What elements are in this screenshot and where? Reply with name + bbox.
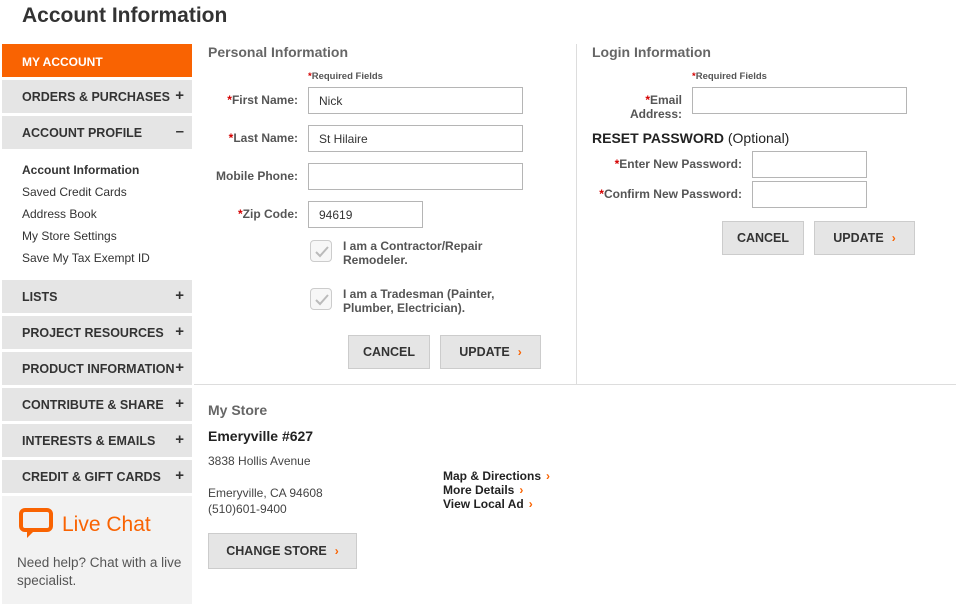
sidebar-item-account-profile[interactable]: ACCOUNT PROFILE – — [2, 116, 192, 149]
contractor-checkbox[interactable] — [310, 240, 332, 262]
personal-info-title: Personal Information — [208, 44, 349, 60]
subnav-my-store-settings[interactable]: My Store Settings — [22, 225, 192, 247]
last-name-field[interactable] — [308, 125, 523, 152]
tradesman-checkbox[interactable] — [310, 288, 332, 310]
first-name-field[interactable] — [308, 87, 523, 114]
chat-bubble-icon — [18, 508, 54, 538]
required-fields-note: *Required Fields — [692, 71, 767, 82]
live-chat-title[interactable]: Live Chat — [62, 513, 151, 537]
subnav-saved-credit-cards[interactable]: Saved Credit Cards — [22, 181, 192, 203]
sidebar-item-label: INTERESTS & EMAILS — [22, 434, 156, 448]
store-phone: (510)601-9400 — [208, 502, 287, 516]
checkmark-icon — [315, 294, 329, 306]
subnav-address-book[interactable]: Address Book — [22, 203, 192, 225]
login-update-button[interactable]: UPDATE › — [814, 221, 915, 255]
email-label: *Email Address: — [629, 93, 682, 121]
chevron-right-icon: › — [519, 483, 524, 497]
checkmark-icon — [315, 246, 329, 258]
tradesman-checkbox-label: I am a Tradesman (Painter, Plumber, Elec… — [343, 287, 494, 315]
expand-icon[interactable]: + — [175, 395, 184, 412]
expand-icon[interactable]: + — [175, 431, 184, 448]
confirm-password-field[interactable] — [752, 181, 867, 208]
expand-icon[interactable]: + — [175, 287, 184, 304]
expand-icon[interactable]: + — [175, 359, 184, 376]
sidebar-item-credit-gift-cards[interactable]: CREDIT & GIFT CARDS + — [2, 460, 192, 493]
new-password-field[interactable] — [752, 151, 867, 178]
sidebar-item-interests-emails[interactable]: INTERESTS & EMAILS + — [2, 424, 192, 457]
link-label: More Details — [443, 483, 515, 497]
live-chat-panel[interactable]: Live Chat Need help? Chat with a live sp… — [2, 496, 192, 604]
personal-cancel-button[interactable]: CANCEL — [348, 335, 430, 369]
live-chat-description: Need help? Chat with a live specialist. — [17, 555, 182, 588]
zip-code-label: *Zip Code: — [238, 207, 298, 221]
chevron-right-icon: › — [546, 469, 551, 483]
chevron-right-icon: › — [517, 345, 522, 359]
map-directions-link[interactable]: Map & Directions › — [443, 469, 550, 483]
view-local-ad-link[interactable]: View Local Ad › — [443, 497, 533, 511]
sidebar-nav: MY ACCOUNT ORDERS & PURCHASES + ACCOUNT … — [2, 44, 192, 493]
store-name: Emeryville #627 — [208, 428, 314, 444]
sidebar-item-my-account[interactable]: MY ACCOUNT — [2, 44, 192, 77]
last-name-label: *Last Name: — [228, 131, 298, 145]
subnav-account-information[interactable]: Account Information — [22, 159, 192, 181]
sidebar-item-label: ACCOUNT PROFILE — [22, 126, 143, 140]
more-details-link[interactable]: More Details › — [443, 483, 523, 497]
zip-code-field[interactable] — [308, 201, 423, 228]
tradesman-label-line: I am a Tradesman (Painter, — [343, 287, 495, 301]
update-label: UPDATE — [833, 231, 884, 245]
mobile-phone-label: Mobile Phone: — [216, 169, 298, 183]
tradesman-label-line: Plumber, Electrician). — [343, 301, 466, 315]
sidebar-item-project-resources[interactable]: PROJECT RESOURCES + — [2, 316, 192, 349]
contractor-label-line: I am a Contractor/Repair — [343, 239, 483, 253]
section-divider — [194, 384, 956, 385]
store-address: 3838 Hollis Avenue — [208, 454, 311, 468]
chevron-right-icon: › — [891, 231, 896, 245]
sidebar-item-product-information[interactable]: PRODUCT INFORMATION + — [2, 352, 192, 385]
expand-icon[interactable]: + — [175, 467, 184, 484]
subnav-save-tax-exempt-id[interactable]: Save My Tax Exempt ID — [22, 247, 192, 269]
contractor-label-line: Remodeler. — [343, 253, 408, 267]
account-profile-submenu: Account Information Saved Credit Cards A… — [2, 149, 192, 277]
email-field[interactable] — [692, 87, 907, 114]
update-label: UPDATE — [459, 345, 510, 359]
login-info-title: Login Information — [592, 44, 711, 60]
contractor-checkbox-label: I am a Contractor/Repair Remodeler. — [343, 239, 482, 267]
sidebar-item-contribute-share[interactable]: CONTRIBUTE & SHARE + — [2, 388, 192, 421]
personal-update-button[interactable]: UPDATE › — [440, 335, 541, 369]
required-fields-note: *Required Fields — [308, 71, 383, 82]
sidebar-item-label: PRODUCT INFORMATION — [22, 362, 175, 376]
link-label: View Local Ad — [443, 497, 524, 511]
section-divider — [576, 44, 577, 384]
expand-icon[interactable]: + — [175, 87, 184, 104]
chevron-right-icon: › — [528, 497, 533, 511]
link-label: Map & Directions — [443, 469, 542, 483]
chevron-right-icon: › — [334, 544, 339, 558]
expand-icon[interactable]: + — [175, 323, 184, 340]
sidebar-item-label: CONTRIBUTE & SHARE — [22, 398, 164, 412]
my-store-title: My Store — [208, 402, 268, 418]
new-password-label: *Enter New Password: — [614, 157, 742, 171]
sidebar-item-label: ORDERS & PURCHASES — [22, 90, 170, 104]
collapse-icon[interactable]: – — [176, 123, 184, 140]
page-title: Account Information — [22, 4, 228, 27]
sidebar-item-label: CREDIT & GIFT CARDS — [22, 470, 161, 484]
sidebar-item-lists[interactable]: LISTS + — [2, 280, 192, 313]
sidebar-item-orders-purchases[interactable]: ORDERS & PURCHASES + — [2, 80, 192, 113]
sidebar-item-label: PROJECT RESOURCES — [22, 326, 164, 340]
confirm-password-label: *Confirm New Password: — [599, 187, 742, 201]
reset-password-heading: RESET PASSWORD (Optional) — [592, 130, 790, 146]
mobile-phone-field[interactable] — [308, 163, 523, 190]
first-name-label: *First Name: — [227, 93, 298, 107]
login-cancel-button[interactable]: CANCEL — [722, 221, 804, 255]
change-store-label: CHANGE STORE — [226, 544, 327, 558]
sidebar-item-label: LISTS — [22, 290, 58, 304]
change-store-button[interactable]: CHANGE STORE › — [208, 533, 357, 569]
store-city: Emeryville, CA 94608 — [208, 486, 323, 500]
